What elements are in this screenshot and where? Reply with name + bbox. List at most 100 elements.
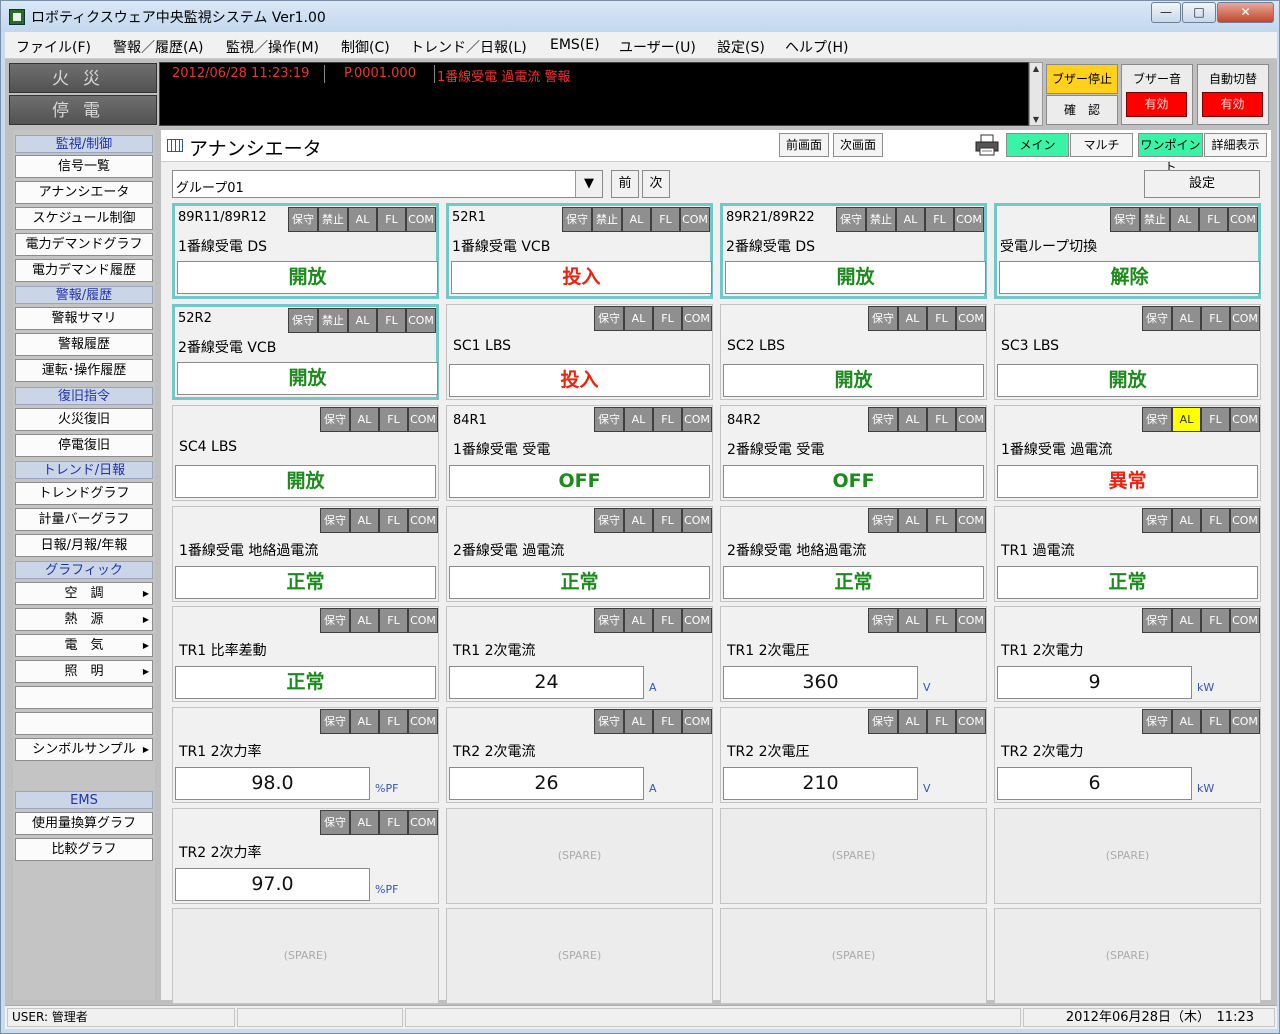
sidebar-item-blank-1[interactable] — [15, 686, 153, 709]
menu-alarm[interactable]: 警報／履歴(A) — [113, 37, 204, 57]
window-title: ロボティクスウェア中央監視システム Ver1.00 — [31, 10, 326, 26]
annunciator-panel[interactable]: 保守 AL FL COM TR1 2次電流 A 24 — [446, 606, 713, 702]
power-failure-button[interactable]: 停電 — [9, 95, 157, 125]
panel-value: 360 — [723, 666, 918, 699]
menu-settings[interactable]: 設定(S) — [717, 37, 765, 57]
annunciator-panel[interactable]: 保守 AL FL COM TR2 2次力率 %PF 97.0 — [172, 808, 439, 904]
buzzer-enabled-toggle[interactable]: 有効 — [1126, 92, 1187, 117]
scroll-up-icon[interactable]: ▲ — [1031, 64, 1041, 73]
group-select[interactable]: グループ01 ▼ — [172, 170, 603, 198]
sidebar-item-fire-recover[interactable]: 火災復旧 — [15, 408, 153, 431]
sidebar-item-operation-history[interactable]: 運転･操作履歴 — [15, 359, 153, 382]
detail-view-button[interactable]: 詳細表示 — [1204, 133, 1267, 157]
flag-fl: FL — [927, 508, 956, 533]
sidebar-item-signal-list[interactable]: 信号一覧 — [15, 155, 153, 178]
menu-user[interactable]: ユーザー(U) — [619, 37, 696, 57]
panel-flags: 保守 AL FL COM — [1142, 507, 1260, 534]
sidebar-item-electric[interactable]: 電 気 ▶ — [15, 634, 153, 657]
sidebar-item-compare-graph[interactable]: 比較グラフ — [15, 838, 153, 861]
sidebar-item-demand-history[interactable]: 電力デマンド履歴 — [15, 259, 153, 282]
sidebar-item-schedule[interactable]: スケジュール制御 — [15, 207, 153, 230]
flag-inhibit: 禁止 — [592, 207, 622, 232]
spare-panel: (SPARE) — [172, 908, 439, 1004]
sidebar-item-demand-graph[interactable]: 電力デマンドグラフ — [15, 233, 153, 256]
group-next-button[interactable]: 次 — [642, 170, 670, 198]
scroll-down-icon[interactable]: ▼ — [1031, 115, 1041, 124]
sidebar-item-alarm-history[interactable]: 警報履歴 — [15, 333, 153, 356]
menu-help[interactable]: ヘルプ(H) — [785, 37, 848, 57]
flag-maint: 保守 — [594, 709, 624, 734]
annunciator-panel[interactable]: 89R21/89R22 保守 禁止 AL FL COM 2番線受電 DS 開放 — [720, 203, 987, 299]
menu-monitor[interactable]: 監視／操作(M) — [226, 37, 319, 57]
menu-file[interactable]: ファイル(F) — [16, 37, 91, 57]
annunciator-panel[interactable]: 保守 AL FL COM TR2 2次電流 A 26 — [446, 707, 713, 803]
annunciator-panel[interactable]: 保守 AL FL COM 1番線受電 地絡過電流 正常 — [172, 506, 439, 602]
panel-unit: V — [923, 782, 931, 795]
minimize-button[interactable]: — — [1151, 2, 1181, 23]
group-select-value: グループ01 — [176, 181, 244, 196]
annunciator-panel[interactable]: 保守 禁止 AL FL COM 受電ループ切換 解除 — [994, 203, 1261, 299]
annunciator-panel[interactable]: 89R11/89R12 保守 禁止 AL FL COM 1番線受電 DS 開放 — [172, 203, 439, 299]
group-prev-button[interactable]: 前 — [611, 170, 639, 198]
dropdown-arrow-icon[interactable]: ▼ — [575, 171, 602, 197]
printer-icon[interactable] — [974, 133, 1000, 157]
sidebar-item-power-recover[interactable]: 停電復旧 — [15, 434, 153, 457]
annunciator-panel[interactable]: 保守 AL FL COM TR2 2次電圧 V 210 — [720, 707, 987, 803]
annunciator-panel[interactable]: 保守 AL FL COM TR1 2次電力 kW 9 — [994, 606, 1261, 702]
annunciator-panel[interactable]: 保守 AL FL COM TR1 比率差動 正常 — [172, 606, 439, 702]
sidebar-item-blank-2[interactable] — [15, 712, 153, 735]
prev-screen-button[interactable]: 前画面 — [779, 133, 829, 157]
spare-panel: (SPARE) — [446, 808, 713, 904]
sidebar-item-alarm-summary[interactable]: 警報サマリ — [15, 307, 153, 330]
annunciator-panel[interactable]: 保守 AL FL COM TR1 2次力率 %PF 98.0 — [172, 707, 439, 803]
sidebar-item-usage-graph[interactable]: 使用量換算グラフ — [15, 812, 153, 835]
annunciator-panel[interactable]: 保守 AL FL COM 2番線受電 地絡過電流 正常 — [720, 506, 987, 602]
settings-button[interactable]: 設定 — [1144, 170, 1260, 198]
annunciator-panel[interactable]: 52R2 保守 禁止 AL FL COM 2番線受電 VCB 開放 — [172, 304, 439, 400]
annunciator-panel[interactable]: 保守 AL FL COM SC3 LBS 開放 — [994, 304, 1261, 400]
annunciator-panel[interactable]: 84R2 保守 AL FL COM 2番線受電 受電 OFF — [720, 405, 987, 501]
annunciator-panel[interactable]: 保守 AL FL COM SC2 LBS 開放 — [720, 304, 987, 400]
panel-name: 1番線受電 受電 — [453, 442, 551, 458]
sidebar-item-heat-source[interactable]: 熱 源 ▶ — [15, 608, 153, 631]
tab-multi[interactable]: マルチ — [1070, 133, 1133, 157]
sidebar-item-symbol-sample[interactable]: シンボルサンプル ▶ — [15, 738, 153, 761]
panel-name: 2番線受電 地絡過電流 — [727, 543, 867, 559]
annunciator-panel[interactable]: 52R1 保守 禁止 AL FL COM 1番線受電 VCB 投入 — [446, 203, 713, 299]
maximize-button[interactable]: □ — [1182, 2, 1216, 23]
auto-switch-enabled-toggle[interactable]: 有効 — [1202, 92, 1263, 117]
annunciator-panel[interactable]: 保守 AL FL COM 1番線受電 過電流 異常 — [994, 405, 1261, 501]
confirm-button[interactable]: 確 認 — [1046, 95, 1118, 125]
flag-com: COM — [682, 306, 712, 331]
tab-main[interactable]: メイン — [1006, 133, 1069, 157]
sidebar-item-lighting[interactable]: 照 明 ▶ — [15, 660, 153, 683]
menu-control[interactable]: 制御(C) — [341, 37, 390, 57]
sidebar-item-reports[interactable]: 日報/月報/年報 — [15, 534, 153, 557]
sidebar-item-hvac[interactable]: 空 調 ▶ — [15, 582, 153, 605]
buzzer-stop-button[interactable]: ブザー停止 — [1046, 64, 1118, 94]
annunciator-panel[interactable]: 84R1 保守 AL FL COM 1番線受電 受電 OFF — [446, 405, 713, 501]
menu-ems[interactable]: EMS(E) — [550, 37, 600, 53]
close-button[interactable]: ✕ — [1217, 2, 1274, 23]
sidebar-item-bar-graph[interactable]: 計量バーグラフ — [15, 508, 153, 531]
annunciator-panel[interactable]: 保守 AL FL COM TR1 2次電圧 V 360 — [720, 606, 987, 702]
flag-al: AL — [898, 306, 927, 331]
tab-onepoint[interactable]: ワンポイント — [1138, 133, 1203, 174]
panel-value: 解除 — [999, 261, 1260, 294]
panel-unit: A — [649, 681, 657, 694]
annunciator-panel[interactable]: 保守 AL FL COM 2番線受電 過電流 正常 — [446, 506, 713, 602]
flag-al: AL — [624, 407, 653, 432]
annunciator-panel[interactable]: 保守 AL FL COM SC1 LBS 投入 — [446, 304, 713, 400]
buzzer-sound-label: ブザー音 — [1132, 72, 1181, 86]
sidebar-item-trend-graph[interactable]: トレンドグラフ — [15, 482, 153, 505]
next-screen-button[interactable]: 次画面 — [833, 133, 883, 157]
annunciator-panel[interactable]: 保守 AL FL COM TR1 過電流 正常 — [994, 506, 1261, 602]
panel-name: TR1 2次電力 — [1001, 643, 1084, 659]
message-scrollbar[interactable]: ▲ ▼ — [1029, 62, 1043, 126]
menu-trend[interactable]: トレンド／日報(L) — [410, 37, 527, 57]
annunciator-panel[interactable]: 保守 AL FL COM SC4 LBS 開放 — [172, 405, 439, 501]
fire-alarm-button[interactable]: 火災 — [9, 63, 157, 93]
annunciator-panel[interactable]: 保守 AL FL COM TR2 2次電力 kW 6 — [994, 707, 1261, 803]
sidebar-item-annunciator[interactable]: アナンシエータ — [15, 181, 153, 204]
flag-maint: 保守 — [594, 306, 624, 331]
